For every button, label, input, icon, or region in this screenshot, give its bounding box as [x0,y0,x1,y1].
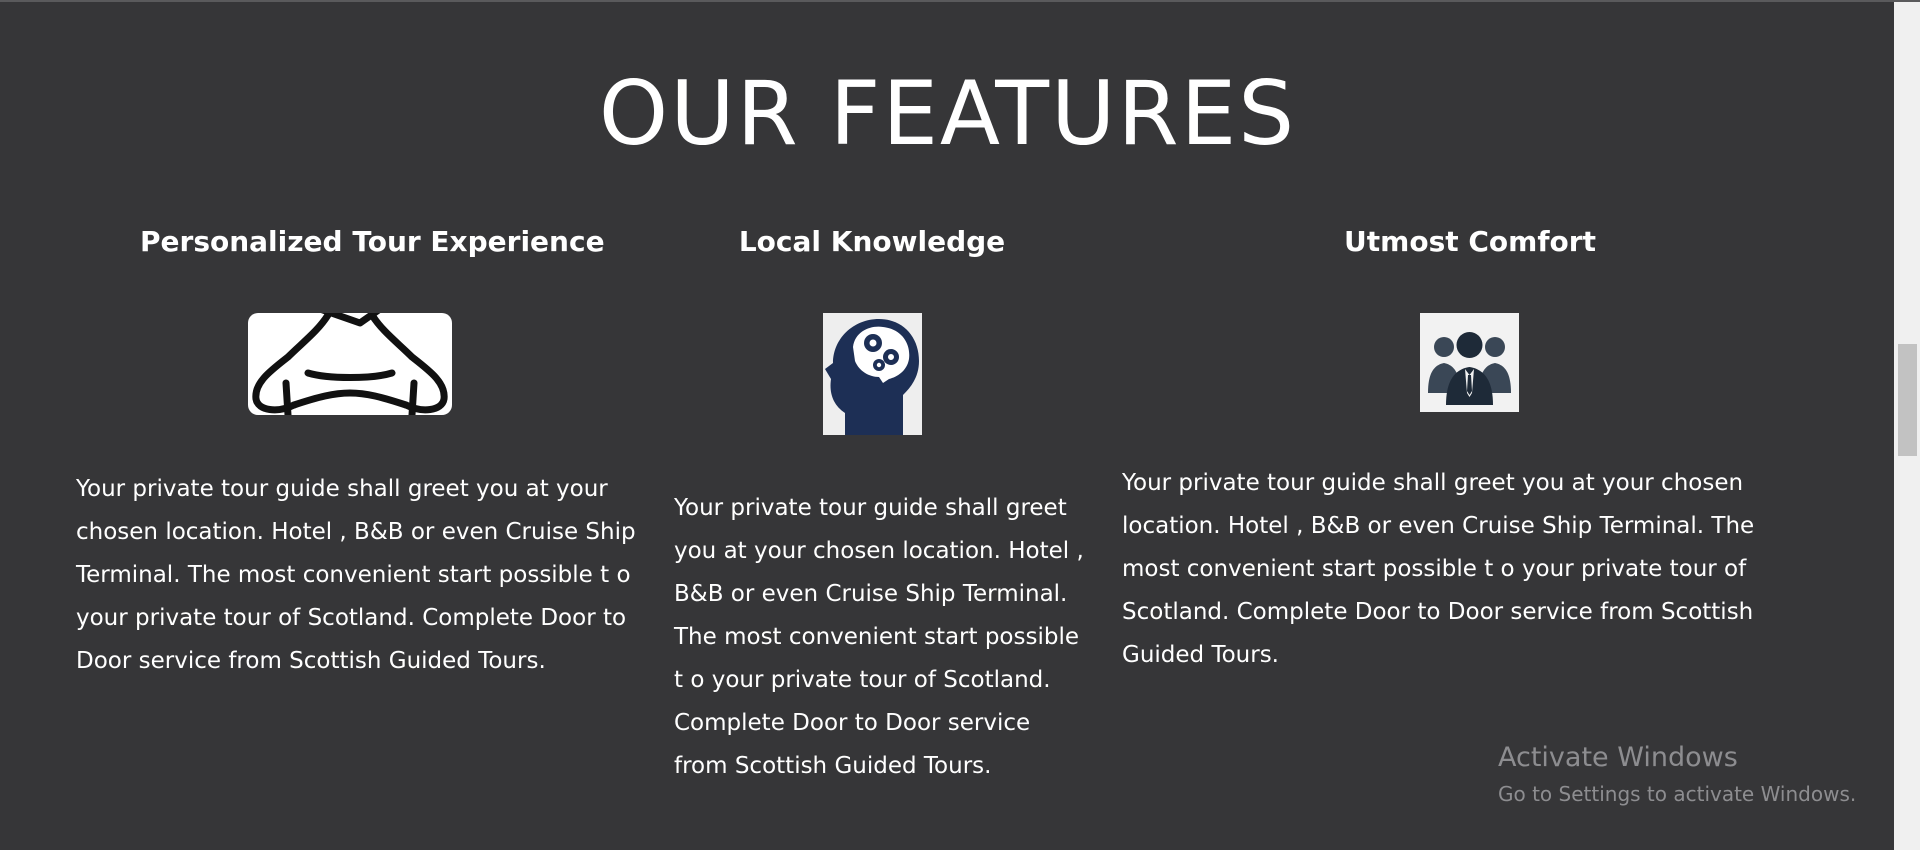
meditation-figure-icon [248,313,452,415]
feature-description: Your private tour guide shall greet you … [674,495,1084,779]
feature-description: Your private tour guide shall greet you … [1122,470,1755,668]
features-page: OUR FEATURES Personalized Tour Experienc… [0,0,1920,850]
page-scrollbar[interactable] [1894,2,1920,850]
feature-title: Utmost Comfort [1344,225,1596,258]
feature-title: Personalized Tour Experience [140,225,605,258]
activation-watermark-title: Activate Windows [1498,742,1738,773]
business-team-icon [1420,313,1519,412]
section-title: OUR FEATURES [598,62,1297,165]
feature-title: Local Knowledge [738,225,1006,258]
feature-description: Your private tour guide shall greet you … [76,476,636,674]
scrollbar-thumb[interactable] [1898,344,1917,456]
activation-watermark-subtitle: Go to Settings to activate Windows. [1498,782,1857,806]
brain-gears-icon [823,313,922,435]
